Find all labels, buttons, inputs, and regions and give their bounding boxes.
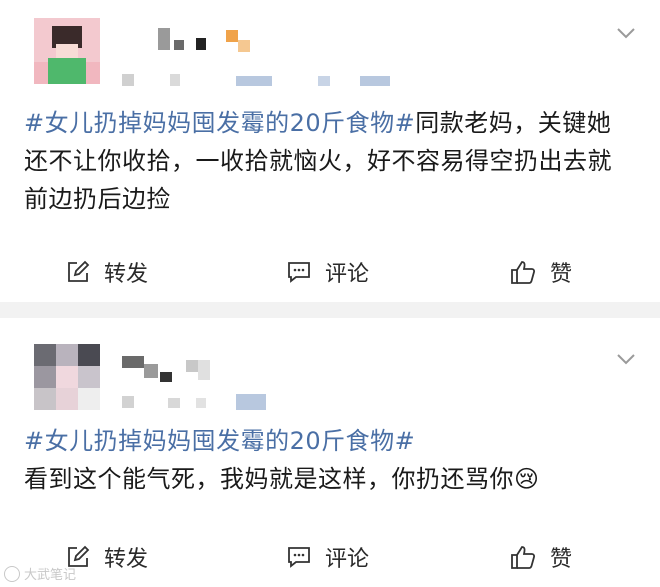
avatar[interactable] bbox=[34, 18, 100, 84]
topic-link[interactable]: #女儿扔掉妈妈囤发霉的20斤食物# bbox=[24, 427, 415, 455]
post-separator bbox=[0, 302, 660, 318]
comment-label: 评论 bbox=[325, 262, 370, 287]
comment-bubble-icon bbox=[288, 547, 310, 568]
like-label: 赞 bbox=[550, 262, 573, 287]
post-card: #女儿扔掉妈妈囤发霉的20斤食物#同款老妈，关键她还不让你收拾，一收拾就恼火，好… bbox=[0, 0, 660, 302]
repost-label: 转发 bbox=[104, 262, 149, 287]
repost-edit-icon bbox=[68, 260, 90, 282]
watermark-text: 大武笔记 bbox=[24, 568, 77, 583]
repost-button[interactable]: 转发 bbox=[66, 527, 148, 587]
like-button[interactable]: 赞 bbox=[510, 242, 572, 302]
avatar[interactable] bbox=[34, 344, 100, 410]
topic-link[interactable]: #女儿扔掉妈妈囤发霉的20斤食物# bbox=[24, 109, 415, 137]
chevron-down-icon[interactable] bbox=[616, 26, 636, 40]
post-body: 看到这个能气死，我妈就是这样，你扔还骂你 bbox=[24, 465, 514, 493]
comment-bubble-icon bbox=[288, 262, 310, 283]
watermark-logo-icon bbox=[4, 565, 20, 582]
thumbs-up-icon bbox=[511, 261, 536, 284]
crying-emoji: 😢 bbox=[514, 465, 540, 493]
comment-button[interactable]: 评论 bbox=[287, 242, 369, 302]
thumbs-up-icon bbox=[511, 546, 536, 569]
like-button[interactable]: 赞 bbox=[510, 527, 572, 587]
repost-button[interactable]: 转发 bbox=[66, 242, 148, 302]
chevron-down-icon[interactable] bbox=[616, 352, 636, 366]
action-bar: 转发 评论 赞 bbox=[0, 242, 660, 302]
comment-label: 评论 bbox=[325, 547, 370, 572]
post-text: #女儿扔掉妈妈囤发霉的20斤食物# 看到这个能气死，我妈就是这样，你扔还骂你😢 bbox=[24, 422, 630, 498]
comment-button[interactable]: 评论 bbox=[287, 527, 369, 587]
repost-label: 转发 bbox=[104, 547, 149, 572]
like-label: 赞 bbox=[550, 547, 573, 572]
post-text: #女儿扔掉妈妈囤发霉的20斤食物#同款老妈，关键她还不让你收拾，一收拾就恼火，好… bbox=[24, 104, 630, 218]
post-card: #女儿扔掉妈妈囤发霉的20斤食物# 看到这个能气死，我妈就是这样，你扔还骂你😢 … bbox=[0, 318, 660, 587]
action-bar: 转发 评论 赞 bbox=[0, 527, 660, 587]
watermark: 大武笔记 bbox=[4, 564, 76, 583]
